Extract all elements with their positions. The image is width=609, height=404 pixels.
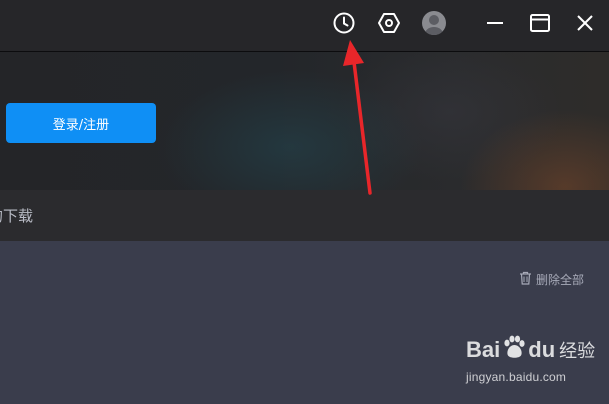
- paw-icon: [501, 334, 527, 366]
- section-title: 的下载: [0, 207, 34, 225]
- login-register-button[interactable]: 登录/注册: [6, 103, 156, 143]
- clock-icon[interactable]: [331, 10, 357, 36]
- account-banner: 登录/注册: [0, 52, 609, 190]
- watermark-url: jingyan.baidu.com: [466, 370, 567, 384]
- trash-icon: [519, 271, 532, 288]
- baidu-jingyan-watermark: Bai du 经验 jingyan.baidu.com: [466, 334, 606, 390]
- minimize-icon[interactable]: [482, 10, 508, 36]
- app-window: 登录/注册 的下载 删除全部 Bai: [0, 0, 609, 404]
- settings-hexagon-icon[interactable]: [376, 10, 402, 36]
- downloads-header: 的下载: [0, 190, 609, 241]
- close-icon[interactable]: [572, 10, 598, 36]
- delete-all-button[interactable]: 删除全部: [519, 271, 584, 288]
- avatar-icon[interactable]: [421, 10, 447, 36]
- watermark-brand: Bai du 经验: [466, 334, 595, 366]
- maximize-icon[interactable]: [527, 10, 553, 36]
- title-bar: [0, 0, 609, 52]
- delete-all-label: 删除全部: [535, 273, 584, 287]
